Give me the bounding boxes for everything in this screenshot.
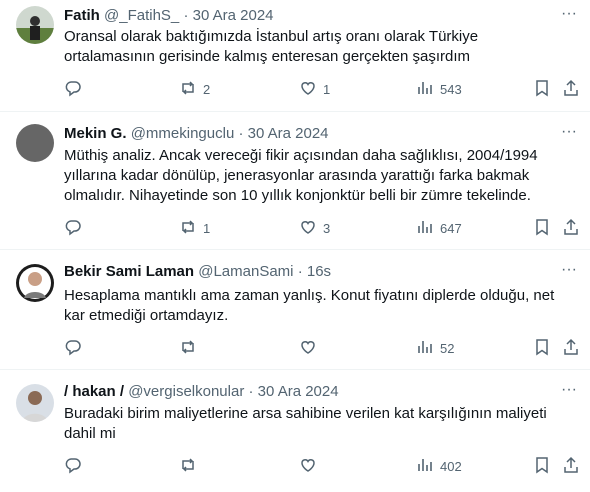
user-handle[interactable]: @LamanSami — [198, 263, 293, 280]
timestamp[interactable]: 30 Ara 2024 — [248, 125, 329, 142]
bookmark-icon — [533, 218, 551, 239]
like-count: 3 — [323, 220, 331, 236]
action-bar: 1 3 647 — [64, 218, 580, 238]
views-count: 52 — [440, 340, 455, 356]
tweet-header: Bekir Sami Laman @LamanSami · 16s — [64, 262, 331, 282]
user-handle[interactable]: @mmekinguclu — [131, 125, 235, 142]
avatar[interactable] — [16, 264, 54, 302]
more-icon[interactable]: ··· — [558, 6, 580, 28]
views-icon — [416, 218, 434, 239]
views-button[interactable]: 52 — [416, 338, 454, 358]
heart-icon — [299, 79, 317, 100]
retweet-icon — [179, 456, 197, 477]
tweet-feed: Fatih @_FatihS_ · 30 Ara 2024 ··· Oransa… — [0, 0, 590, 492]
tweet-header: Fatih @_FatihS_ · 30 Ara 2024 — [64, 6, 274, 26]
retweet-icon — [179, 338, 197, 359]
tweet-header: Mekin G. @mmekinguclu · 30 Ara 2024 — [64, 124, 329, 144]
reply-button[interactable] — [64, 79, 88, 99]
tweet-header: / hakan / @vergiselkonular · 30 Ara 2024 — [64, 382, 339, 402]
timestamp[interactable]: 30 Ara 2024 — [258, 383, 339, 400]
heart-icon — [299, 456, 317, 477]
separator-dot: · — [297, 263, 303, 280]
tweet-text: Buradaki birim maliyetlerine arsa sahibi… — [64, 405, 547, 442]
bookmark-icon — [533, 456, 551, 477]
heart-icon — [299, 218, 317, 239]
share-icon — [562, 456, 580, 477]
user-handle[interactable]: @vergiselkonular — [128, 383, 244, 400]
bookmark-icon — [533, 79, 551, 100]
share-button[interactable] — [562, 338, 580, 358]
reply-button[interactable] — [64, 218, 88, 238]
action-bar: 402 — [64, 456, 580, 476]
avatar[interactable] — [16, 384, 54, 422]
separator-dot: · — [248, 383, 254, 400]
share-button[interactable] — [562, 218, 580, 238]
reply-button[interactable] — [64, 456, 88, 476]
user-name[interactable]: Mekin G. — [64, 125, 127, 142]
tweet-text: Müthiş analiz. Ancak vereceği fikir açıs… — [64, 147, 538, 204]
share-button[interactable] — [562, 79, 580, 99]
more-icon[interactable]: ··· — [558, 124, 580, 146]
bookmark-button[interactable] — [533, 79, 551, 99]
share-button[interactable] — [562, 456, 580, 476]
tweet-text: Hesaplama mantıklı ama zaman yanlış. Kon… — [64, 287, 555, 324]
retweet-count: 1 — [203, 220, 211, 236]
retweet-icon — [179, 79, 197, 100]
reply-icon — [64, 338, 82, 359]
like-button[interactable] — [299, 456, 323, 476]
timestamp[interactable]: 16s — [307, 263, 331, 280]
timestamp[interactable]: 30 Ara 2024 — [193, 7, 274, 24]
action-bar: 52 — [64, 338, 580, 358]
bookmark-button[interactable] — [533, 218, 551, 238]
share-icon — [562, 338, 580, 359]
views-count: 402 — [440, 458, 462, 474]
tweet-text: Oransal olarak baktığımızda İstanbul art… — [64, 28, 479, 65]
views-icon — [416, 456, 434, 477]
user-handle[interactable]: @_FatihS_ — [104, 7, 179, 24]
views-button[interactable]: 647 — [416, 218, 462, 238]
user-name[interactable]: Fatih — [64, 7, 100, 24]
user-name[interactable]: / hakan / — [64, 383, 124, 400]
views-count: 543 — [440, 81, 462, 97]
views-icon — [416, 79, 434, 100]
tweet[interactable]: Fatih @_FatihS_ · 30 Ara 2024 ··· Oransa… — [0, 0, 590, 112]
more-icon[interactable]: ··· — [558, 382, 580, 404]
retweet-button[interactable]: 2 — [179, 79, 210, 99]
retweet-button[interactable] — [179, 456, 203, 476]
user-name[interactable]: Bekir Sami Laman — [64, 263, 194, 280]
tweet[interactable]: Bekir Sami Laman @LamanSami · 16s ··· He… — [0, 250, 590, 370]
views-button[interactable]: 402 — [416, 456, 462, 476]
reply-icon — [64, 79, 82, 100]
share-icon — [562, 218, 580, 239]
separator-dot: · — [238, 125, 244, 142]
avatar[interactable] — [16, 6, 54, 44]
more-icon[interactable]: ··· — [558, 262, 580, 284]
avatar[interactable] — [16, 124, 54, 162]
reply-icon — [64, 218, 82, 239]
tweet[interactable]: / hakan / @vergiselkonular · 30 Ara 2024… — [0, 370, 590, 492]
share-icon — [562, 79, 580, 100]
heart-icon — [299, 338, 317, 359]
separator-dot: · — [183, 7, 189, 24]
action-bar: 2 1 543 — [64, 79, 580, 99]
like-button[interactable]: 3 — [299, 218, 330, 238]
like-count: 1 — [323, 81, 331, 97]
bookmark-icon — [533, 338, 551, 359]
reply-icon — [64, 456, 82, 477]
retweet-button[interactable] — [179, 338, 203, 358]
views-button[interactable]: 543 — [416, 79, 462, 99]
retweet-count: 2 — [203, 81, 211, 97]
retweet-button[interactable]: 1 — [179, 218, 210, 238]
bookmark-button[interactable] — [533, 338, 551, 358]
tweet[interactable]: Mekin G. @mmekinguclu · 30 Ara 2024 ··· … — [0, 112, 590, 250]
like-button[interactable]: 1 — [299, 79, 330, 99]
retweet-icon — [179, 218, 197, 239]
views-icon — [416, 338, 434, 359]
bookmark-button[interactable] — [533, 456, 551, 476]
reply-button[interactable] — [64, 338, 88, 358]
views-count: 647 — [440, 220, 462, 236]
like-button[interactable] — [299, 338, 323, 358]
